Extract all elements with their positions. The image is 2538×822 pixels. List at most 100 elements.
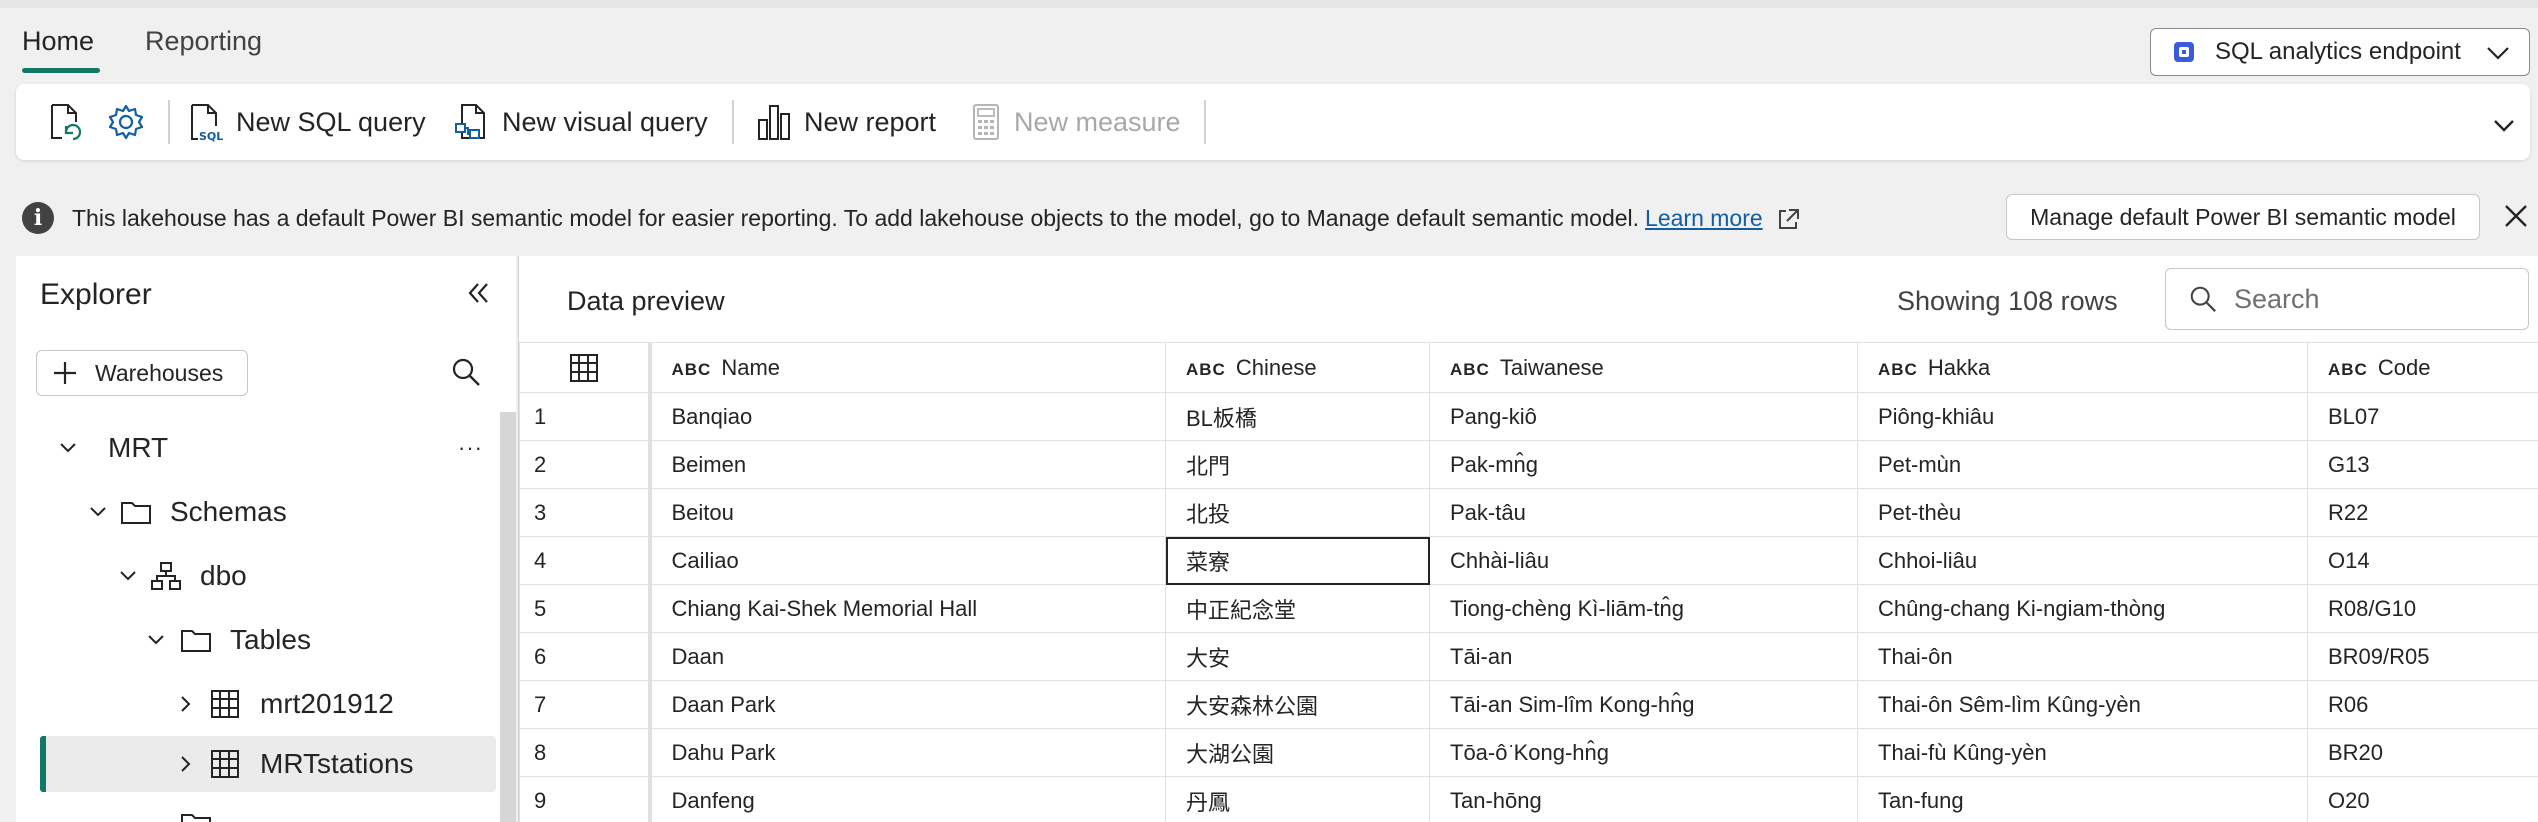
table-icon xyxy=(211,750,239,778)
tree-item-mrt201912[interactable]: mrt201912 xyxy=(16,676,496,732)
table-cell[interactable]: Thai-ôn xyxy=(1857,632,2308,681)
explorer-scrollbar[interactable] xyxy=(500,412,516,822)
top-strip xyxy=(0,0,2538,8)
chevron-down-icon[interactable] xyxy=(2492,114,2516,136)
row-number-cell[interactable]: 2 xyxy=(519,440,652,489)
search-icon[interactable] xyxy=(450,356,482,388)
column-header-name[interactable]: ABC Name xyxy=(649,342,1166,393)
table-cell[interactable]: Cailiao xyxy=(649,536,1166,585)
settings-button[interactable] xyxy=(106,98,158,146)
table-cell[interactable]: O20 xyxy=(2307,776,2538,822)
table-cell[interactable]: Thai-fù Kûng-yèn xyxy=(1857,728,2308,777)
column-header-hakka[interactable]: ABC Hakka xyxy=(1857,342,2308,393)
column-header-code[interactable]: ABC Code xyxy=(2307,342,2538,393)
table-cell[interactable]: Pet-mùn xyxy=(1857,440,2308,489)
text-type-tag: ABC xyxy=(671,359,712,379)
table-cell[interactable]: R08/G10 xyxy=(2307,584,2538,633)
row-number-cell[interactable]: 4 xyxy=(519,536,652,585)
info-message-text: This lakehouse has a default Power BI se… xyxy=(72,205,1640,231)
close-icon[interactable] xyxy=(2502,202,2530,230)
table-cell[interactable]: Daan Park xyxy=(649,680,1166,729)
new-visual-query-label: New visual query xyxy=(502,106,708,137)
table-cell[interactable]: Tāi-an Sim-lîm Kong-hn̂g xyxy=(1429,680,1858,729)
table-cell[interactable]: 北投 xyxy=(1165,488,1430,537)
table-cell[interactable]: Chhoi-liâu xyxy=(1857,536,2308,585)
table-cell[interactable]: 北門 xyxy=(1165,440,1430,489)
table-cell[interactable]: BL07 xyxy=(2307,392,2538,441)
add-warehouses-button[interactable]: Warehouses xyxy=(36,350,248,396)
table-cell[interactable]: Piông-khiâu xyxy=(1857,392,2308,441)
row-number-cell[interactable]: 3 xyxy=(519,488,652,537)
data-preview-title: Data preview xyxy=(567,286,725,316)
table-cell[interactable]: BR20 xyxy=(2307,728,2538,777)
folder-icon xyxy=(181,630,211,652)
row-number-cell[interactable]: 7 xyxy=(519,680,652,729)
tree-item-tables[interactable]: Tables xyxy=(16,612,496,668)
table-cell[interactable]: Danfeng xyxy=(649,776,1166,822)
table-cell[interactable]: Dahu Park xyxy=(649,728,1166,777)
folder-icon xyxy=(181,814,211,822)
manage-semantic-model-button[interactable]: Manage default Power BI semantic model xyxy=(2006,194,2480,240)
row-number-cell[interactable]: 6 xyxy=(519,632,652,681)
visual-query-icon xyxy=(455,104,485,139)
preview-search-box[interactable]: Search xyxy=(2165,268,2529,330)
table-cell[interactable]: 大湖公園 xyxy=(1165,728,1430,777)
tree-item-dbo[interactable]: dbo xyxy=(16,548,496,604)
table-cell[interactable]: Pang-kiô xyxy=(1429,392,1858,441)
table-cell[interactable]: R06 xyxy=(2307,680,2538,729)
table-cell[interactable]: Tiong-chèng Kì-liām-tn̂g xyxy=(1429,584,1858,633)
tree-item-partial[interactable] xyxy=(16,796,496,822)
table-cell[interactable]: Tan-hōng xyxy=(1429,776,1858,822)
table-cell[interactable]: BL板橋 xyxy=(1165,392,1430,441)
table-cell[interactable]: 大安森林公園 xyxy=(1165,680,1430,729)
table-cell[interactable]: Pak-mn̂g xyxy=(1429,440,1858,489)
row-number-cell[interactable]: 1 xyxy=(519,392,652,441)
table-cell[interactable]: 中正紀念堂 xyxy=(1165,584,1430,633)
table-cell[interactable]: Beitou xyxy=(649,488,1166,537)
focused-table-cell[interactable]: 菜寮 xyxy=(1165,536,1430,585)
column-header-taiwanese[interactable]: ABC Taiwanese xyxy=(1429,342,1858,393)
table-cell[interactable]: Pak-tâu xyxy=(1429,488,1858,537)
table-cell[interactable]: Tāi-an xyxy=(1429,632,1858,681)
table-cell[interactable]: BR09/R05 xyxy=(2307,632,2538,681)
table-cell[interactable]: Thai-ôn Sêm-lìm Kûng-yèn xyxy=(1857,680,2308,729)
tree-item-mrtstations[interactable]: MRTstations xyxy=(40,736,496,792)
new-measure-button[interactable]: New measure xyxy=(970,98,1181,146)
tab-reporting[interactable]: Reporting xyxy=(145,26,262,57)
tab-home[interactable]: Home xyxy=(22,26,94,57)
table-cell[interactable]: Daan xyxy=(649,632,1166,681)
table-cell[interactable]: O14 xyxy=(2307,536,2538,585)
table-cell[interactable]: 大安 xyxy=(1165,632,1430,681)
tree-item-schemas[interactable]: Schemas xyxy=(16,484,496,540)
new-report-button[interactable]: New report xyxy=(756,98,936,146)
new-visual-query-button[interactable]: New visual query xyxy=(454,98,708,146)
new-sql-query-button[interactable]: SQL New SQL query xyxy=(188,98,426,146)
collapse-pane-icon[interactable] xyxy=(464,280,492,306)
chevron-right-icon xyxy=(181,756,191,772)
table-cell[interactable]: Beimen xyxy=(649,440,1166,489)
table-row: 4 Cailiao 菜寮 Chhài-liâu Chhoi-liâu O14 xyxy=(519,536,2538,585)
table-cell[interactable]: Tan-fung xyxy=(1857,776,2308,822)
table-cell[interactable]: G13 xyxy=(2307,440,2538,489)
learn-more-link[interactable]: Learn more xyxy=(1645,205,1763,231)
table-cell[interactable]: Pet-thèu xyxy=(1857,488,2308,537)
table-cell[interactable]: Banqiao xyxy=(649,392,1166,441)
refresh-button[interactable] xyxy=(46,98,96,146)
table-cell[interactable]: 丹鳳 xyxy=(1165,776,1430,822)
tree-item-mrt[interactable]: MRT ··· xyxy=(16,420,496,476)
row-number-cell[interactable]: 5 xyxy=(519,584,652,633)
endpoint-selector[interactable]: SQL analytics endpoint xyxy=(2150,28,2530,76)
table-cell[interactable]: Tōa-ô͘ Kong-hn̂g xyxy=(1429,728,1858,777)
select-all-cell[interactable] xyxy=(519,342,652,393)
table-cell[interactable]: Chiang Kai-Shek Memorial Hall xyxy=(649,584,1166,633)
folder-icon xyxy=(121,502,151,524)
table-cell[interactable]: R22 xyxy=(2307,488,2538,537)
endpoint-selector-label: SQL analytics endpoint xyxy=(2215,38,2461,65)
row-number-cell[interactable]: 9 xyxy=(519,776,652,822)
table-cell[interactable]: Chûng-chang Ki-ngiam-thòng xyxy=(1857,584,2308,633)
column-header-chinese[interactable]: ABC Chinese xyxy=(1165,342,1430,393)
table-cell[interactable]: Chhài-liâu xyxy=(1429,536,1858,585)
row-number-cell[interactable]: 8 xyxy=(519,728,652,777)
more-options-icon[interactable]: ··· xyxy=(458,435,483,461)
search-icon xyxy=(2190,286,2216,312)
